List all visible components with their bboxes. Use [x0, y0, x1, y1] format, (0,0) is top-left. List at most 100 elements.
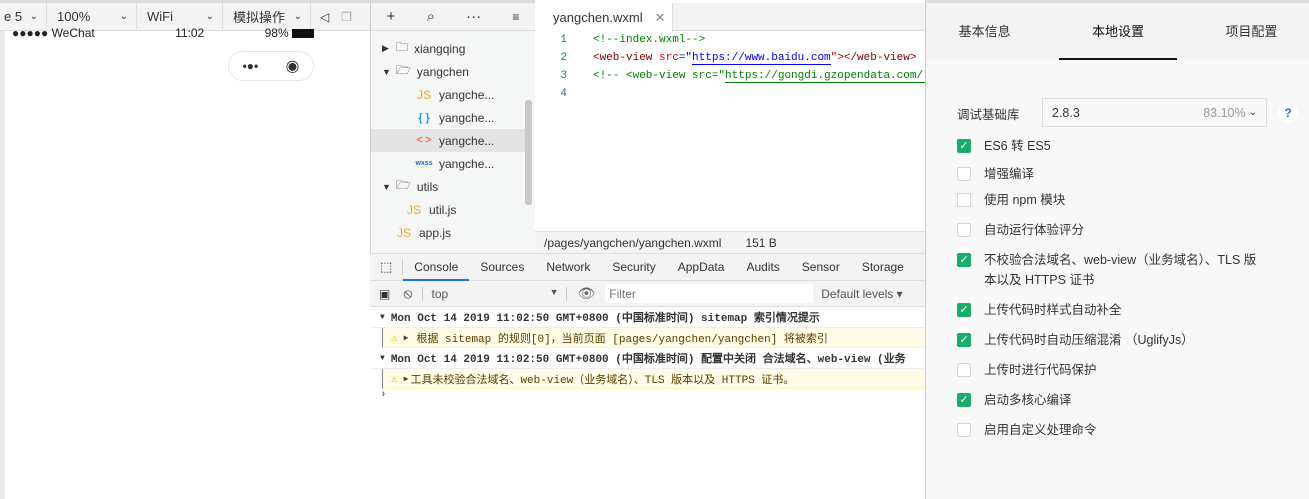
tab-console[interactable]: Console [403, 253, 470, 281]
tab-project-config[interactable]: 项目配置 [1193, 3, 1309, 60]
more-icon[interactable]: •●• [243, 59, 259, 73]
code-link[interactable]: https://www.baidu.com [692, 52, 831, 65]
tab-storage[interactable]: Storage [851, 253, 915, 281]
chevron-down-icon: ⌄ [119, 11, 128, 22]
option-4[interactable]: ✓ 不校验合法域名、web-view（业务域名）、TLS 版本以及 HTTPS 证… [957, 250, 1267, 290]
phone-status-bar: ●●●●● WeChat 11:02 98% [12, 26, 314, 40]
editor-tab-label: yangchen.wxml [553, 10, 643, 25]
code-attr: src [659, 52, 679, 64]
tree-item[interactable]: wxss yangche... [371, 152, 526, 175]
settings-panel: 基本信息 本地设置 项目配置 调试基础库 2.8.3 83.10% ⌄ ? ✓ E… [925, 0, 1309, 499]
console-output: ▼ Mon Oct 14 2019 11:02:50 GMT+0800 (中国标准… [370, 307, 925, 499]
code-line: 2 <web-view src="https://www.baidu.com"><… [535, 52, 920, 70]
log-group[interactable]: ▼ Mon Oct 14 2019 11:02:50 GMT+0800 (中国标准… [370, 307, 925, 328]
js-file-icon: JS [396, 225, 411, 240]
option-5[interactable]: ✓ 上传代码时样式自动补全 [957, 300, 1122, 320]
tree-item-label: yangchen [416, 64, 469, 79]
option-label: 上传代码时样式自动补全 [984, 303, 1122, 317]
option-1[interactable]: 增强编译 [957, 164, 1034, 184]
editor-tab[interactable]: yangchen.wxml ✕ [535, 3, 673, 32]
battery-level: 98% [264, 26, 289, 40]
option-label: 启用自定义处理命令 [984, 423, 1097, 437]
checkbox-unchecked[interactable] [957, 223, 971, 237]
chevron-down-icon: ⌄ [293, 11, 302, 22]
close-icon[interactable]: ✕ [655, 10, 666, 26]
console-prompt[interactable]: › [370, 389, 925, 401]
tree-item[interactable]: JS util.js [371, 198, 526, 221]
caret-down-icon: ▼ [380, 353, 385, 363]
tree-item[interactable]: < > yangche... [371, 129, 526, 152]
tree-item-label: yangche... [439, 110, 495, 125]
tab-network[interactable]: Network [535, 253, 601, 281]
log-text: 根据 sitemap 的规则[0]，当前页面 [pages/yangchen/y… [416, 333, 828, 346]
option-0[interactable]: ✓ ES6 转 ES5 [957, 136, 1051, 156]
phone-screen [5, 31, 325, 499]
line-number: 4 [560, 88, 567, 100]
tab-sources[interactable]: Sources [469, 253, 535, 281]
checkbox-checked[interactable]: ✓ [957, 303, 971, 317]
log-group[interactable]: ▼ Mon Oct 14 2019 11:02:50 GMT+0800 (中国标准… [370, 348, 925, 369]
tree-item-label: xiangqing [414, 41, 466, 56]
tab-sensor[interactable]: Sensor [791, 253, 851, 281]
log-text: Mon Oct 14 2019 11:02:50 GMT+0800 (中国标准时… [390, 313, 820, 325]
tree-item[interactable]: JS app.js [371, 221, 526, 244]
log-levels-select[interactable]: Default levels ▾ [821, 287, 902, 301]
tree-scrollbar[interactable] [525, 100, 532, 205]
close-target-icon[interactable]: ◉ [285, 56, 299, 76]
tab-basic-info[interactable]: 基本信息 [926, 3, 1043, 60]
more-icon[interactable]: ··· [466, 8, 481, 25]
tab-appdata[interactable]: AppData [667, 253, 736, 281]
lib-percent: 83.10% [1203, 105, 1246, 120]
context-label: top [431, 286, 449, 301]
sound-icon[interactable]: ◁ [320, 10, 329, 24]
filter-input[interactable] [605, 284, 814, 303]
tree-item[interactable]: { } yangche... [371, 106, 526, 129]
log-warning[interactable]: ⚠ ▶ 工具未校验合法域名、web-view（业务域名）、TLS 版本以及 HTTP… [382, 369, 925, 389]
checkbox-checked[interactable]: ✓ [957, 139, 971, 153]
checkbox-unchecked[interactable] [957, 363, 971, 377]
tab-audits[interactable]: Audits [735, 253, 790, 281]
checkbox-unchecked[interactable] [957, 193, 971, 207]
log-text: Mon Oct 14 2019 11:02:50 GMT+0800 (中国标准时… [390, 354, 906, 366]
add-icon[interactable]: + [387, 8, 396, 25]
checkbox-checked[interactable]: ✓ [957, 253, 971, 267]
option-label: 使用 npm 模块 [984, 193, 1066, 207]
checkbox-unchecked[interactable] [957, 423, 971, 437]
folder-icon: 🗀 [396, 40, 409, 54]
collapse-icon[interactable]: ≡ [512, 10, 519, 24]
tab-local-settings[interactable]: 本地设置 [1059, 3, 1177, 60]
log-warning[interactable]: ⚠ ▶ 根据 sitemap 的规则[0]，当前页面 [pages/yangchen… [382, 328, 925, 348]
search-icon[interactable]: ⌕ [427, 8, 435, 25]
file-path: /pages/yangchen/yangchen.wxml [544, 235, 722, 250]
checkbox-checked[interactable]: ✓ [957, 333, 971, 347]
checkbox-unchecked[interactable] [957, 167, 971, 181]
option-7[interactable]: 上传时进行代码保护 [957, 360, 1097, 380]
option-8[interactable]: ✓ 启动多核心编译 [957, 390, 1072, 410]
help-icon[interactable]: ? [1278, 103, 1298, 123]
caret-down-icon: ▼ [382, 181, 391, 192]
context-select[interactable]: top ▼ [422, 286, 568, 301]
clear-console-icon[interactable]: ⦸ [403, 285, 412, 302]
tree-item[interactable]: ▼ 🗁 utils [371, 175, 526, 198]
checkbox-checked[interactable]: ✓ [957, 393, 971, 407]
window-icon[interactable]: ❐ [341, 10, 352, 24]
lib-version-select[interactable]: 2.8.3 83.10% ⌄ [1042, 98, 1267, 127]
code-link[interactable]: https://gongdi.gzopendata.com/: [725, 70, 925, 83]
option-9[interactable]: 启用自定义处理命令 [957, 420, 1097, 440]
mode-label: 模拟操作 [233, 10, 286, 25]
device-label: e 5 [4, 9, 23, 24]
inspect-icon[interactable]: ⬚ [370, 259, 404, 275]
tree-item[interactable]: JS yangche... [371, 83, 526, 106]
code-line: 4 [535, 88, 920, 106]
sidebar-toggle-icon[interactable]: ▣ [379, 287, 390, 301]
option-2[interactable]: 使用 npm 模块 [957, 190, 1065, 210]
tree-item[interactable]: ▶ 🗀 xiangqing [371, 37, 526, 60]
code-editor[interactable]: 1 <!--index.wxml--> 2 <web-view src="https… [535, 31, 925, 231]
tree-item[interactable]: ▼ 🗁 yangchen [371, 60, 526, 83]
eye-icon[interactable]: 👁 [577, 285, 595, 302]
tab-security[interactable]: Security [601, 253, 666, 281]
folder-open-icon: 🗁 [396, 178, 411, 192]
chevron-down-icon: ⌄ [205, 11, 214, 22]
option-6[interactable]: ✓ 上传代码时自动压缩混淆 （UglifyJs） [957, 330, 1194, 350]
option-3[interactable]: 自动运行体验评分 [957, 220, 1084, 240]
